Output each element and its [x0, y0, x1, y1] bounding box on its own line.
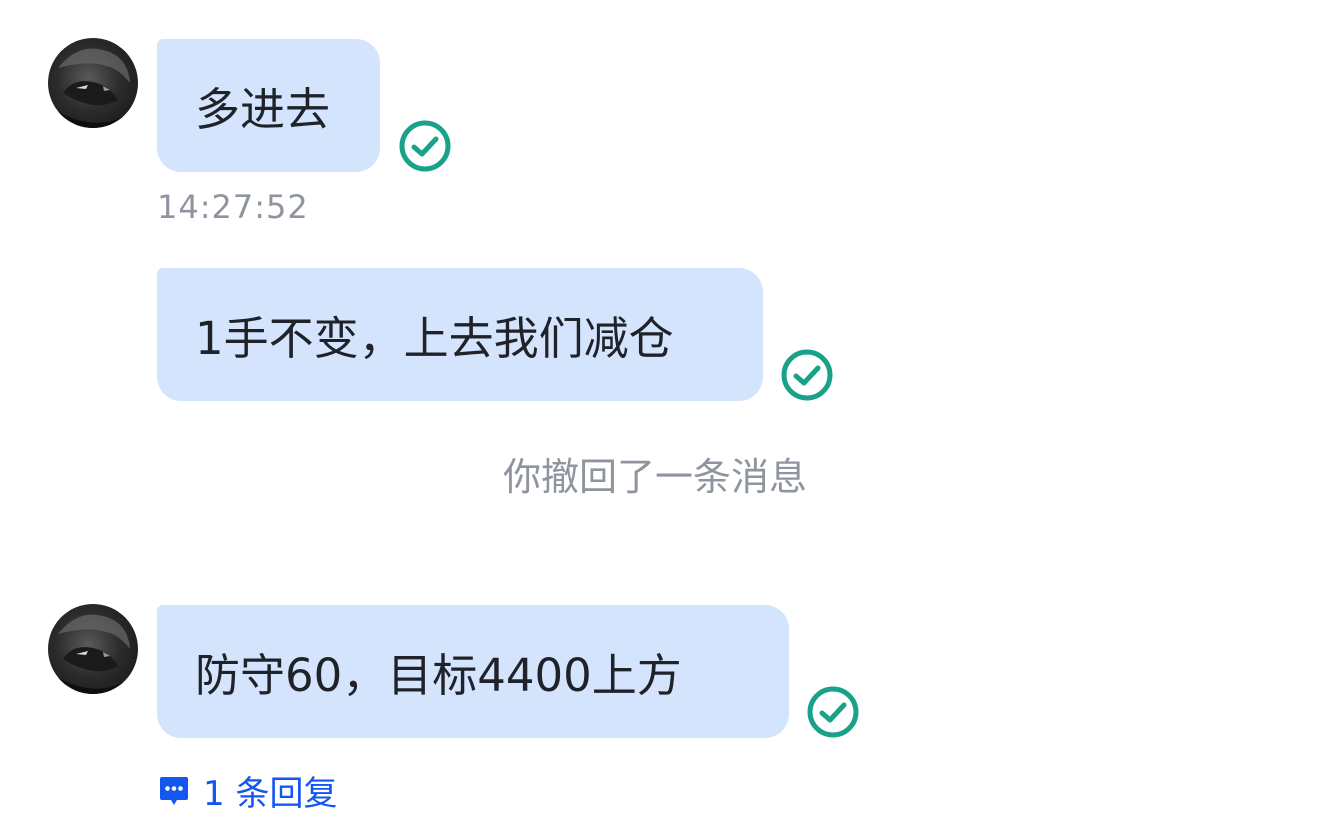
- message-bubble[interactable]: 多进去: [157, 39, 380, 172]
- message-timestamp: 14:27:52: [157, 188, 309, 226]
- avatar-image: [48, 614, 138, 694]
- read-check-icon: [780, 348, 834, 402]
- reply-count-label: 1 条回复: [203, 774, 338, 814]
- recall-notice: 你撤回了一条消息: [502, 455, 807, 499]
- chat-message-list: 多进去 14:27:52 1手不变，上去我们减仓 你撤回了一条消息 防守60，目…: [0, 0, 1320, 830]
- message-text: 1手不变，上去我们减仓: [195, 312, 674, 365]
- reply-bubble-icon: [157, 774, 191, 808]
- avatar-image: [48, 48, 138, 128]
- message-text: 防守60，目标4400上方: [195, 649, 682, 702]
- message-text: 多进去: [195, 83, 331, 136]
- avatar[interactable]: [48, 604, 138, 694]
- reply-thread-link[interactable]: 1 条回复: [157, 766, 337, 815]
- read-check-icon: [806, 685, 860, 739]
- avatar[interactable]: [48, 38, 138, 128]
- read-check-icon: [398, 119, 452, 173]
- message-bubble[interactable]: 防守60，目标4400上方: [157, 605, 789, 738]
- message-bubble[interactable]: 1手不变，上去我们减仓: [157, 268, 763, 401]
